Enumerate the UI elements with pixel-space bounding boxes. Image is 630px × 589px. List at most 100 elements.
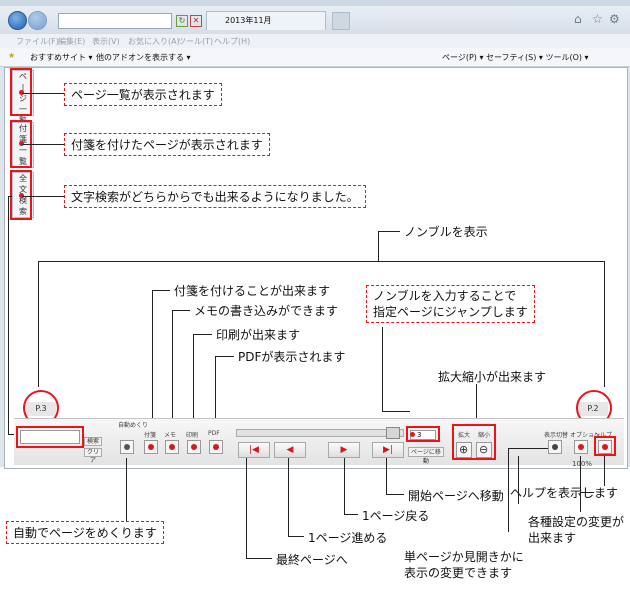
sticky-icon: [148, 444, 154, 450]
memo-label: メモ: [164, 432, 177, 439]
leader-line: [580, 456, 581, 512]
memo-button[interactable]: [165, 440, 179, 454]
prev-page-icon: ▶: [340, 445, 348, 455]
highlight-help: [594, 436, 616, 456]
zoom-level[interactable]: 100%: [572, 460, 592, 468]
leader-line: [378, 231, 400, 232]
pdf-button[interactable]: [209, 440, 223, 454]
tab-title: 2013年11月: [225, 16, 272, 25]
leader-line: [193, 334, 212, 335]
label-first-page: 開始ページへ移動: [408, 489, 504, 503]
clear-button[interactable]: クリア: [84, 448, 102, 464]
leader-line: [172, 310, 173, 430]
back-button[interactable]: [8, 11, 27, 30]
leader-line: [288, 536, 304, 537]
label-memo: メモの書き込みができます: [194, 304, 339, 318]
leader-line: [288, 458, 289, 536]
menu-help[interactable]: ヘルプ(H): [214, 36, 250, 47]
home-icon[interactable]: ⌂: [574, 12, 582, 26]
viewer-toolbar: [14, 418, 624, 465]
label-nombre: ノンブルを表示: [404, 225, 488, 239]
callout-sticky-list: 付箋を付けたページが表示されます: [64, 133, 270, 156]
leader-line: [382, 327, 383, 411]
highlight-search-input: [16, 426, 84, 448]
leader-line: [8, 196, 12, 197]
leader-line: [38, 261, 604, 262]
settings-gear-icon[interactable]: ⚙: [609, 12, 620, 26]
forward-button[interactable]: [28, 11, 47, 30]
leader-line: [508, 448, 548, 449]
print-icon: [191, 444, 197, 450]
favorite-suggested-sites[interactable]: おすすめサイト ▾: [30, 52, 93, 63]
menu-edit[interactable]: 編集(E): [58, 36, 85, 47]
sticky-button[interactable]: [144, 440, 158, 454]
marker-dot: [410, 432, 415, 437]
leader-line: [126, 458, 127, 522]
leader-line: [382, 411, 410, 412]
label-pdf: PDFが表示されます: [238, 350, 346, 364]
label-zoom: 拡大縮小が出来ます: [438, 370, 547, 384]
sticky-label: 付箋: [144, 432, 157, 439]
print-button[interactable]: [187, 440, 201, 454]
leader-line: [604, 261, 605, 387]
page-slider[interactable]: [236, 429, 404, 437]
leader-line: [604, 456, 605, 486]
display-toggle-label: 表示切替: [544, 432, 569, 439]
url-input[interactable]: [58, 13, 172, 29]
memo-icon: [169, 444, 175, 450]
new-tab-button[interactable]: [332, 12, 350, 30]
highlight-zoom: [452, 424, 496, 460]
label-last-page: 最終ページへ: [276, 553, 348, 567]
prev-page-button[interactable]: ▶: [328, 442, 360, 458]
viewer-area: [4, 67, 628, 469]
leader-line: [22, 196, 66, 197]
leader-line: [22, 93, 66, 94]
command-bar[interactable]: ページ(P) ▾ セーフティ(S) ▾ ツール(O) ▾: [442, 52, 589, 63]
auto-flip-button[interactable]: [120, 440, 134, 454]
favorites-bar: ★ おすすめサイト ▾ 他のアドオンを表示する ▾ ページ(P) ▾ セーフティ…: [0, 48, 630, 67]
menu-view[interactable]: 表示(V): [92, 36, 120, 47]
last-page-button[interactable]: |◀: [238, 442, 270, 458]
label-next-page: 1ページ進める: [308, 531, 388, 545]
pdf-label: PDF: [208, 430, 220, 437]
menu-file[interactable]: ファイル(F): [16, 36, 59, 47]
refresh-icon[interactable]: ↻: [176, 15, 188, 27]
leader-line: [246, 458, 247, 558]
leader-line: [152, 290, 170, 291]
leader-line: [215, 356, 234, 357]
display-toggle-button[interactable]: [548, 440, 562, 454]
callout-page-list: ページ一覧が表示されます: [64, 83, 222, 106]
leader-line: [38, 261, 39, 387]
leader-line: [344, 458, 345, 514]
auto-flip-icon: [124, 444, 130, 450]
leader-line: [152, 290, 153, 430]
search-button[interactable]: 検索: [84, 437, 102, 446]
slider-handle[interactable]: [386, 427, 400, 439]
option-icon: [578, 444, 584, 450]
callout-jump: ノンブルを入力することで 指定ページにジャンプします: [366, 285, 535, 323]
print-label: 印刷: [186, 432, 199, 439]
first-page-button[interactable]: ▶|: [372, 442, 404, 458]
jump-button[interactable]: ページに移動: [408, 447, 444, 465]
leader-line: [508, 448, 509, 532]
menu-tools[interactable]: ツール(T): [178, 36, 213, 47]
auto-flip-label: 自動めくり: [118, 422, 149, 429]
leader-line: [386, 458, 387, 494]
label-help: ヘルプを表示します: [510, 486, 619, 500]
option-button[interactable]: [574, 440, 588, 454]
leader-line: [22, 144, 66, 145]
favorites-star-icon: ★: [8, 51, 16, 60]
stop-icon[interactable]: ✕: [190, 15, 202, 27]
browser-tab[interactable]: 2013年11月: [206, 11, 326, 30]
favorite-addons[interactable]: 他のアドオンを表示する ▾: [96, 52, 191, 63]
next-page-button[interactable]: ◀: [274, 442, 306, 458]
next-page-icon: ◀: [286, 445, 294, 455]
leader-line: [172, 310, 190, 311]
label-sticky: 付箋を付けることが出来ます: [174, 284, 331, 298]
leader-line: [386, 494, 404, 495]
favorites-star-icon[interactable]: ☆: [592, 12, 603, 26]
pdf-icon: [213, 444, 219, 450]
label-display-mode: 単ページか見開きかに 表示の変更できます: [404, 550, 524, 580]
display-toggle-icon: [552, 444, 558, 450]
menu-favorites[interactable]: お気に入り(A): [128, 36, 180, 47]
